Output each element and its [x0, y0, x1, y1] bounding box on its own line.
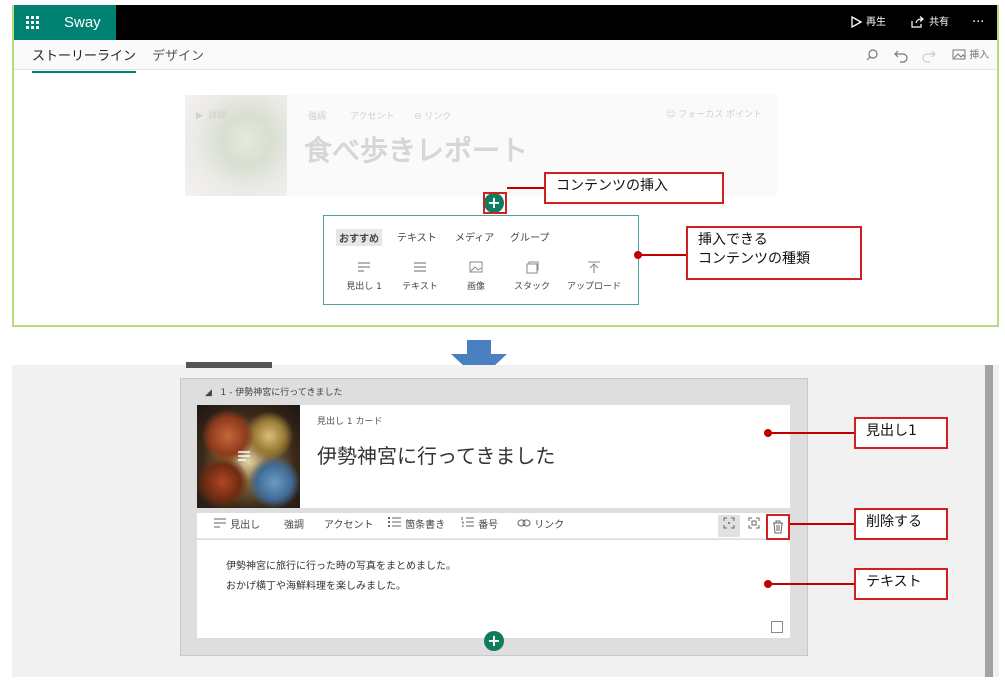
previous-card-edge [186, 362, 272, 368]
insert-tab-media[interactable]: メディア [455, 229, 494, 244]
text-align-icon [237, 448, 251, 467]
insert-tab-recommended[interactable]: おすすめ [336, 229, 382, 246]
toolbar-accent-button[interactable]: アクセント [324, 513, 374, 539]
waffle-icon [26, 16, 39, 29]
share-label: 共有 [929, 17, 949, 28]
callout-connector [790, 523, 854, 525]
insert-item-stack[interactable]: スタック [502, 259, 562, 292]
undo-icon [894, 50, 908, 63]
insert-item-image[interactable]: 画像 [446, 259, 506, 292]
numbered-list-icon [461, 517, 474, 527]
insert-item-label: アップロード [566, 282, 621, 292]
card-type-label: 見出し 1 カード [317, 417, 383, 427]
insert-label: 挿入 [969, 50, 990, 61]
toolbar-label: リンク [534, 520, 565, 531]
toolbar-numbering-button[interactable]: 番号 [461, 513, 498, 539]
insert-item-upload[interactable]: アップロード [564, 259, 624, 292]
callout-connector [640, 254, 686, 256]
share-icon [911, 16, 924, 28]
heading-icon [214, 518, 226, 528]
group-header[interactable]: ◢ 1 - 伊勢神宮に行ってきました [205, 385, 343, 398]
insert-item-label: スタック [513, 282, 550, 292]
scrollbar[interactable] [985, 365, 993, 677]
insert-highlight-box [483, 192, 507, 214]
group-title: 1 - 伊勢神宮に行ってきました [220, 388, 343, 398]
title-card-text[interactable]: 食べ歩きレポート [304, 129, 528, 169]
focus-point-label: フォーカス ポイント [678, 110, 763, 120]
callout-connector [770, 432, 854, 434]
toolbar-link[interactable]: ⊖ リンク [414, 109, 451, 122]
callout-text: テキスト [854, 568, 948, 600]
link-label: リンク [424, 112, 452, 122]
focus-icon [723, 517, 735, 529]
redo-icon [922, 50, 936, 63]
toolbar-accent[interactable]: アクセント [350, 109, 395, 122]
focus-button[interactable] [718, 515, 740, 537]
insert-button[interactable]: 挿入 [952, 40, 989, 71]
callout-insert-content: コンテンツの挿入 [544, 172, 724, 204]
more-button[interactable]: ··· [972, 5, 984, 40]
redo-button[interactable] [922, 40, 936, 83]
heading-icon [358, 262, 370, 272]
bullet-list-icon [388, 517, 401, 527]
add-content-plus-button[interactable]: + [484, 631, 504, 651]
fit-icon [748, 517, 760, 529]
undo-button[interactable] [894, 40, 908, 83]
upload-icon [588, 261, 600, 273]
details-toggle[interactable]: ▶ 詳細 [196, 108, 227, 121]
tab-storyline[interactable]: ストーリーライン [32, 43, 137, 73]
image-icon [469, 261, 483, 273]
toolbar-bullets-button[interactable]: 箇条書き [388, 513, 445, 539]
callout-line: 挿入できる [698, 232, 768, 248]
toolbar-heading-button[interactable]: 見出し [213, 513, 260, 539]
fit-button[interactable] [743, 515, 765, 537]
trash-icon [773, 520, 783, 534]
insert-tab-text[interactable]: テキスト [397, 229, 437, 244]
toolbar-emphasis-button[interactable]: 強調 [284, 513, 304, 539]
text-lines-icon [414, 262, 426, 272]
share-button[interactable]: 共有 [911, 5, 949, 40]
text-card-line-2[interactable]: おかげ横丁や海鮮料理を楽しみました。 [226, 577, 406, 592]
toolbar-label: 箇条書き [405, 520, 446, 531]
insert-tab-group[interactable]: グループ [510, 229, 549, 244]
callout-insertable-types: 挿入できる コンテンツの種類 [686, 226, 862, 280]
link-icon [517, 519, 531, 527]
insert-item-label: 見出し 1 [346, 282, 382, 292]
details-label: 詳細 [208, 111, 227, 121]
toolbar-label: 見出し [230, 520, 261, 531]
toolbar-emphasis[interactable]: 強調 [308, 109, 326, 122]
play-icon [851, 15, 863, 29]
play-label: 再生 [866, 17, 886, 28]
select-checkbox[interactable] [771, 621, 783, 633]
heading1-title[interactable]: 伊勢神宮に行ってきました [317, 440, 555, 469]
callout-heading1: 見出し1 [854, 417, 948, 449]
search-button[interactable] [866, 40, 878, 83]
app-name[interactable]: Sway [50, 5, 116, 40]
search-icon [866, 49, 878, 61]
stack-icon [526, 261, 539, 274]
app-launcher-button[interactable] [14, 5, 50, 40]
play-button[interactable]: 再生 [850, 5, 886, 40]
text-card-line-1[interactable]: 伊勢神宮に旅行に行った時の写真をまとめました。 [226, 557, 456, 572]
callout-line: コンテンツの種類 [698, 251, 810, 267]
insert-item-heading1[interactable]: 見出し 1 [334, 259, 394, 292]
image-icon [952, 49, 966, 60]
callout-connector [770, 583, 854, 585]
toolbar-link-button[interactable]: リンク [517, 513, 564, 539]
callout-connector [507, 187, 544, 189]
insert-item-label: 画像 [466, 282, 485, 292]
toolbar-label: 番号 [478, 520, 499, 531]
insert-item-label: テキスト [402, 282, 438, 292]
insert-item-text[interactable]: テキスト [390, 259, 450, 292]
callout-delete: 削除する [854, 508, 948, 540]
tab-design[interactable]: デザイン [152, 43, 204, 71]
focus-point-button[interactable]: ☺ フォーカス ポイント [666, 107, 762, 120]
delete-card-button[interactable] [766, 514, 790, 540]
